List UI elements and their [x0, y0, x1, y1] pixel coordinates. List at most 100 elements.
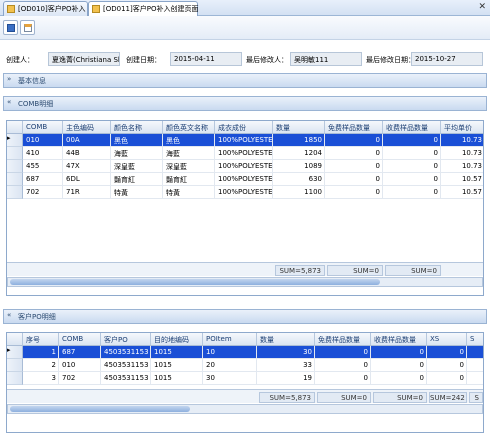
color-en-cell[interactable]: 豔育紅	[163, 173, 215, 186]
color-en-cell[interactable]: 黑色	[163, 134, 215, 147]
column-header[interactable]: 免费样品数量	[315, 333, 371, 346]
table-row[interactable]: 687 6DL 豔育紅 豔育紅 100%POLYESTER 630 0 0 10…	[7, 173, 483, 186]
composition-cell[interactable]: 100%POLYESTER	[215, 134, 273, 147]
destination-cell[interactable]: 1015	[151, 372, 203, 385]
column-header[interactable]: COMB	[23, 121, 63, 134]
table-row[interactable]: 410 44B 海藍 海藍 100%POLYESTER 1204 0 0 10.…	[7, 147, 483, 160]
color-name-cell[interactable]: 海藍	[111, 147, 163, 160]
quantity-cell[interactable]: 33	[257, 359, 315, 372]
composition-cell[interactable]: 100%POLYESTER	[215, 186, 273, 199]
paid-sample-cell[interactable]: 0	[371, 346, 427, 359]
basic-info-section[interactable]: » 基本信息	[3, 73, 487, 88]
destination-cell[interactable]: 1015	[151, 359, 203, 372]
po-section[interactable]: « 客户PO明细	[3, 309, 487, 324]
free-sample-cell[interactable]: 0	[325, 173, 383, 186]
color-code-cell[interactable]: 44B	[63, 147, 111, 160]
color-name-cell[interactable]: 黑色	[111, 134, 163, 147]
avg-price-cell[interactable]: 10.73	[441, 147, 483, 160]
color-name-cell[interactable]: 深皇藍	[111, 160, 163, 173]
seq-cell[interactable]: 3	[23, 372, 59, 385]
column-header[interactable]: S	[467, 333, 483, 346]
table-row[interactable]: 3 702 4503531153 1015 30 19 0 0 0	[7, 372, 483, 385]
comb-cell[interactable]: 010	[59, 359, 101, 372]
column-header[interactable]: 颜色英文名称	[163, 121, 215, 134]
quantity-cell[interactable]: 19	[257, 372, 315, 385]
xs-cell[interactable]: 0	[427, 359, 467, 372]
column-header[interactable]: 收费样品数量	[383, 121, 441, 134]
horizontal-scrollbar[interactable]	[7, 277, 483, 287]
paid-sample-cell[interactable]: 0	[383, 134, 441, 147]
column-header[interactable]: 收费样品数量	[371, 333, 427, 346]
comb-cell[interactable]: 702	[23, 186, 63, 199]
avg-price-cell[interactable]: 10.73	[441, 160, 483, 173]
color-en-cell[interactable]: 特黃	[163, 186, 215, 199]
destination-cell[interactable]: 1015	[151, 346, 203, 359]
scrollbar-thumb[interactable]	[10, 279, 380, 285]
quantity-cell[interactable]: 1850	[273, 134, 325, 147]
s-cell[interactable]	[467, 372, 483, 385]
color-name-cell[interactable]: 豔育紅	[111, 173, 163, 186]
column-header[interactable]: 主色编码	[63, 121, 111, 134]
avg-price-cell[interactable]: 10.73	[441, 134, 483, 147]
free-sample-cell[interactable]: 0	[315, 359, 371, 372]
color-code-cell[interactable]: 71R	[63, 186, 111, 199]
column-header[interactable]: 序号	[23, 333, 59, 346]
scrollbar-thumb[interactable]	[10, 406, 190, 412]
save-button[interactable]	[3, 20, 18, 35]
column-header[interactable]: 客户PO	[101, 333, 151, 346]
column-header[interactable]: 数量	[273, 121, 325, 134]
color-code-cell[interactable]: 6DL	[63, 173, 111, 186]
column-header[interactable]: 成衣成份	[215, 121, 273, 134]
edit-button[interactable]	[20, 20, 35, 35]
column-header[interactable]: XS	[427, 333, 467, 346]
color-code-cell[interactable]: 00A	[63, 134, 111, 147]
quantity-cell[interactable]: 630	[273, 173, 325, 186]
column-header[interactable]: COMB	[59, 333, 101, 346]
s-cell[interactable]	[467, 346, 483, 359]
column-header[interactable]: 目的地编码	[151, 333, 203, 346]
paid-sample-cell[interactable]: 0	[383, 160, 441, 173]
paid-sample-cell[interactable]: 0	[371, 359, 427, 372]
close-icon[interactable]: ✕	[478, 2, 486, 12]
tab-od011[interactable]: [OD011]客户PO补入创建页面	[88, 1, 198, 17]
column-header[interactable]: 数量	[257, 333, 315, 346]
xs-cell[interactable]: 0	[427, 372, 467, 385]
comb-cell[interactable]: 687	[23, 173, 63, 186]
seq-cell[interactable]: 2	[23, 359, 59, 372]
quantity-cell[interactable]: 1100	[273, 186, 325, 199]
color-en-cell[interactable]: 海藍	[163, 147, 215, 160]
quantity-cell[interactable]: 1204	[273, 147, 325, 160]
free-sample-cell[interactable]: 0	[325, 186, 383, 199]
free-sample-cell[interactable]: 0	[315, 372, 371, 385]
table-row[interactable]: ▸ 010 00A 黑色 黑色 100%POLYESTER 1850 0 0 1…	[7, 134, 483, 147]
poitem-cell[interactable]: 30	[203, 372, 257, 385]
column-header[interactable]: 平均单价	[441, 121, 483, 134]
paid-sample-cell[interactable]: 0	[383, 186, 441, 199]
color-en-cell[interactable]: 深皇藍	[163, 160, 215, 173]
paid-sample-cell[interactable]: 0	[371, 372, 427, 385]
free-sample-cell[interactable]: 0	[325, 147, 383, 160]
table-row[interactable]: ▸ 1 687 4503531153 1015 10 30 0 0 0	[7, 346, 483, 359]
color-name-cell[interactable]: 特黃	[111, 186, 163, 199]
poitem-cell[interactable]: 10	[203, 346, 257, 359]
column-header[interactable]: 免费样品数量	[325, 121, 383, 134]
free-sample-cell[interactable]: 0	[325, 134, 383, 147]
comb-cell[interactable]: 410	[23, 147, 63, 160]
table-row[interactable]: 455 47X 深皇藍 深皇藍 100%POLYESTER 1089 0 0 1…	[7, 160, 483, 173]
s-cell[interactable]	[467, 359, 483, 372]
paid-sample-cell[interactable]: 0	[383, 173, 441, 186]
tab-od010[interactable]: [OD010]客户PO补入	[3, 1, 88, 16]
comb-section[interactable]: « COMB明细	[3, 96, 487, 111]
avg-price-cell[interactable]: 10.57	[441, 186, 483, 199]
xs-cell[interactable]: 0	[427, 346, 467, 359]
comb-cell[interactable]: 702	[59, 372, 101, 385]
composition-cell[interactable]: 100%POLYESTER	[215, 147, 273, 160]
horizontal-scrollbar[interactable]	[7, 404, 483, 414]
composition-cell[interactable]: 100%POLYESTER	[215, 173, 273, 186]
seq-cell[interactable]: 1	[23, 346, 59, 359]
composition-cell[interactable]: 100%POLYESTER	[215, 160, 273, 173]
po-cell[interactable]: 4503531153	[101, 372, 151, 385]
quantity-cell[interactable]: 1089	[273, 160, 325, 173]
poitem-cell[interactable]: 20	[203, 359, 257, 372]
quantity-cell[interactable]: 30	[257, 346, 315, 359]
